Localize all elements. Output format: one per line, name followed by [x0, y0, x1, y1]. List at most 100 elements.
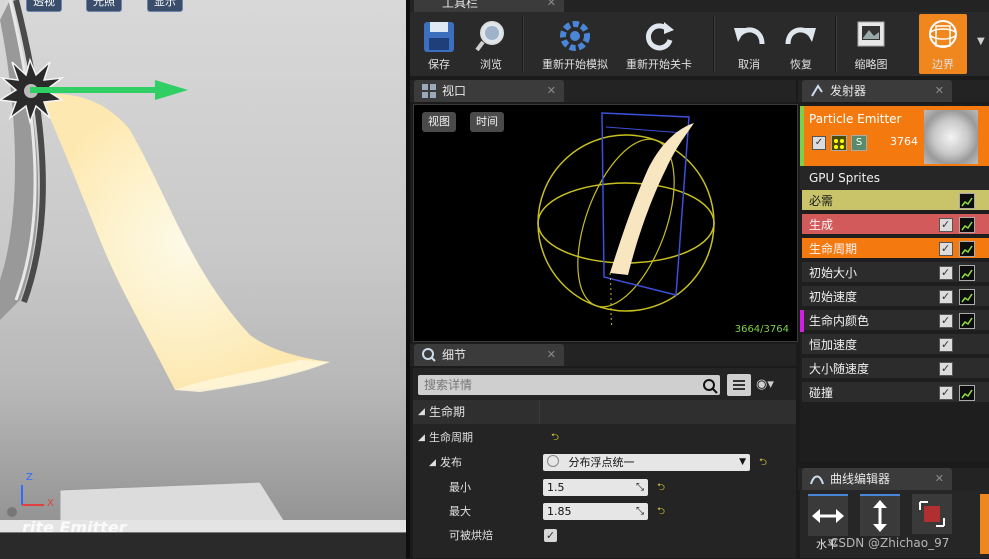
bounds-button[interactable]: 边界	[919, 14, 967, 74]
module-label: 恒加速度	[809, 338, 858, 352]
curve-graph-icon[interactable]	[959, 289, 975, 305]
browse-button[interactable]: 浏览	[466, 14, 516, 74]
fit-all-button[interactable]	[912, 494, 952, 534]
fit-horizontal-button[interactable]	[808, 494, 848, 536]
button-label: 时间	[476, 115, 498, 128]
axis-z-label: Z	[26, 472, 33, 483]
module-row[interactable]: 初始速度	[802, 286, 989, 308]
module-enable-checkbox[interactable]	[939, 238, 953, 260]
expand-arrow-icon: ⤡	[636, 506, 644, 517]
restart-level-icon	[645, 22, 674, 51]
module-enable-checkbox[interactable]	[939, 310, 953, 332]
search-input[interactable]: 搜索详情	[418, 375, 720, 395]
curve-graph-icon[interactable]	[959, 385, 975, 401]
tab-details[interactable]: ✕ 细节	[414, 344, 564, 366]
section-lifetime[interactable]: ◢ 生命期	[413, 400, 796, 424]
module-label: 大小随速度	[809, 362, 870, 376]
category-lifetime[interactable]: ◢ 生命周期 ⮌	[413, 426, 796, 450]
save-button[interactable]: 保存	[414, 14, 464, 74]
undo-button[interactable]: 取消	[724, 14, 774, 74]
collapse-triangle-icon: ◢	[418, 433, 425, 443]
module-enable-checkbox[interactable]	[939, 334, 953, 356]
solo-button[interactable]: S	[851, 135, 867, 151]
module-row[interactable]: 生命周期	[802, 238, 989, 260]
reset-arrow-icon[interactable]: ⮌	[551, 426, 559, 450]
restart-simulation-button[interactable]: 重新开始模拟	[535, 14, 615, 74]
module-row[interactable]: 生命内颜色	[800, 310, 989, 332]
eye-icon[interactable]: ◉▾	[756, 377, 774, 392]
curve-graph-icon[interactable]	[959, 193, 975, 209]
toolbar-overflow-icon[interactable]: ▼	[977, 36, 985, 47]
emitter-render-mode-icon[interactable]	[831, 135, 847, 151]
emitter-enabled-bar	[800, 106, 804, 166]
module-row[interactable]: 恒加速度	[802, 334, 989, 356]
curve-graph-icon[interactable]	[959, 217, 975, 233]
module-row[interactable]: 必需	[802, 190, 989, 212]
curve-graph-icon[interactable]	[959, 241, 975, 257]
redo-button[interactable]: 恢复	[776, 14, 826, 74]
thumbnail-button[interactable]: 缩略图	[845, 14, 897, 74]
distribution-dropdown[interactable]: 分布浮点统一 ▼	[543, 454, 750, 471]
tab-curve-editor[interactable]: ✕ 曲线编辑器	[802, 468, 952, 490]
button-label: 边界	[932, 58, 954, 71]
viewport-perspective-chip[interactable]: 透视	[26, 0, 62, 12]
close-icon[interactable]: ✕	[935, 468, 944, 490]
button-label: 重新开始模拟	[542, 58, 608, 71]
emitter-icon	[811, 84, 823, 97]
viewport-bottom-bar	[0, 532, 406, 559]
close-icon[interactable]: ✕	[547, 80, 556, 102]
toolbar-separator	[835, 16, 837, 72]
reset-arrow-icon[interactable]: ⮌	[657, 476, 665, 500]
time-menu-button[interactable]: 时间	[470, 112, 504, 132]
emitter-enable-checkbox[interactable]: ✓	[812, 136, 826, 150]
module-enable-checkbox[interactable]	[939, 214, 953, 236]
module-enable-checkbox[interactable]	[939, 262, 953, 284]
viewport-show-chip[interactable]: 显示	[147, 0, 183, 12]
distribution-circle-icon	[547, 455, 559, 467]
restart-level-button[interactable]: 重新开始关卡	[620, 14, 698, 74]
close-icon[interactable]: ✕	[547, 344, 556, 366]
button-label: 缩略图	[854, 58, 888, 71]
fit-vertical-button[interactable]	[860, 494, 900, 536]
tab-emitters[interactable]: ✕ 发射器	[802, 80, 952, 102]
type-data-label: GPU Sprites	[809, 171, 880, 185]
search-icon[interactable]	[702, 378, 718, 394]
viewport-scene	[0, 0, 406, 541]
distribution-value: 分布浮点统一	[568, 456, 635, 469]
module-enable-checkbox[interactable]	[939, 382, 953, 404]
property-matrix-button[interactable]	[727, 374, 751, 396]
details-icon	[422, 348, 436, 362]
curve-graph-icon[interactable]	[959, 313, 975, 329]
module-enable-checkbox[interactable]	[939, 286, 953, 308]
module-row[interactable]: 初始大小	[802, 262, 989, 284]
tab-label: 曲线编辑器	[830, 472, 891, 486]
reset-arrow-icon[interactable]: ⮌	[657, 500, 665, 524]
view-menu-button[interactable]: 视图	[422, 112, 456, 132]
level-viewport[interactable]: 透视 光照 显示 Z X rite Emitter	[0, 0, 406, 558]
max-field[interactable]: 1.85 ⤡	[543, 503, 648, 520]
min-label: 最小	[449, 481, 471, 494]
curve-graph-icon[interactable]	[959, 265, 975, 281]
chip-label: 显示	[154, 0, 176, 8]
module-enable-checkbox[interactable]	[939, 358, 953, 380]
close-icon[interactable]: ✕	[935, 80, 944, 102]
emitter-header[interactable]: Particle Emitter ✓ S 3764	[800, 106, 989, 166]
type-data-module[interactable]: GPU Sprites	[800, 166, 989, 190]
curve-icon	[810, 475, 824, 485]
module-row[interactable]: 大小随速度	[802, 358, 989, 380]
bake-checkbox[interactable]: ✓	[544, 529, 557, 542]
module-row[interactable]: 生成	[802, 214, 989, 236]
bake-row: 可被烘焙 ✓	[413, 524, 796, 548]
module-label: 生成	[809, 218, 834, 232]
module-label: 碰撞	[809, 386, 834, 400]
module-row[interactable]: 碰撞	[802, 382, 989, 404]
tab-label: 细节	[442, 348, 467, 362]
toolbar-separator	[522, 16, 524, 72]
preview-viewport[interactable]: 视图 时间 3664/3764	[413, 104, 798, 342]
min-field[interactable]: 1.5 ⤡	[543, 479, 648, 496]
toolbar: 保存 浏览 重新开始模拟 重新开始关卡 取消 恢复 缩略图 边界 ▼	[410, 12, 989, 76]
module-label: 生命周期	[809, 242, 858, 256]
tab-viewport[interactable]: ✕ 视口	[414, 80, 564, 102]
viewport-lighting-chip[interactable]: 光照	[86, 0, 122, 12]
reset-arrow-icon[interactable]: ⮌	[759, 451, 767, 475]
